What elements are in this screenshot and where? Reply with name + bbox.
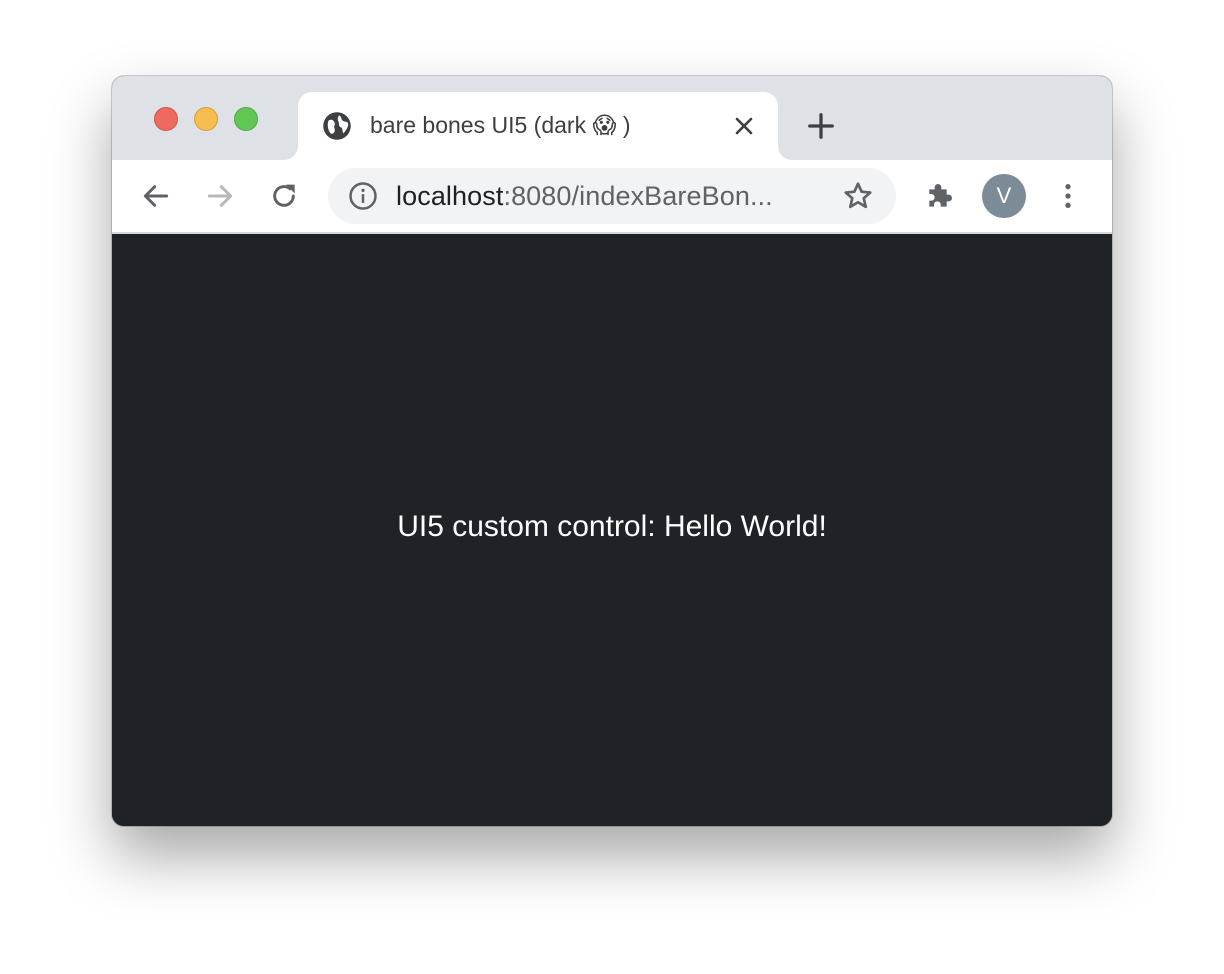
arrow-left-icon[interactable]: [140, 180, 172, 212]
browser-toolbar: localhost:8080/indexBareBon... V: [112, 160, 1112, 234]
info-icon[interactable]: [348, 181, 378, 211]
zoom-window-button[interactable]: [234, 107, 258, 131]
minimize-window-button[interactable]: [194, 107, 218, 131]
address-bar[interactable]: localhost:8080/indexBareBon...: [328, 168, 896, 224]
star-icon[interactable]: [842, 180, 874, 212]
arrow-right-icon[interactable]: [204, 180, 236, 212]
reload-icon[interactable]: [268, 180, 300, 212]
browser-window: bare bones UI5 (dark 😱 ) localhost:8080/…: [112, 76, 1112, 826]
puzzle-icon[interactable]: [924, 180, 956, 212]
globe-icon: [323, 112, 351, 140]
url-path: :8080/indexBareBon...: [503, 181, 773, 211]
url-text[interactable]: localhost:8080/indexBareBon...: [396, 181, 773, 212]
kebab-menu-icon[interactable]: [1052, 180, 1084, 212]
url-host: localhost: [396, 181, 504, 211]
avatar[interactable]: V: [982, 174, 1026, 218]
tab-active[interactable]: bare bones UI5 (dark 😱 ): [298, 92, 778, 160]
title-bar: bare bones UI5 (dark 😱 ): [112, 76, 1112, 160]
close-icon[interactable]: [732, 114, 756, 138]
plus-icon[interactable]: [806, 111, 836, 141]
tab-title: bare bones UI5 (dark 😱 ): [370, 112, 631, 138]
custom-control-text: UI5 custom control: Hello World!: [397, 510, 827, 543]
page-content: UI5 custom control: Hello World!: [112, 234, 1112, 826]
close-window-button[interactable]: [154, 107, 178, 131]
